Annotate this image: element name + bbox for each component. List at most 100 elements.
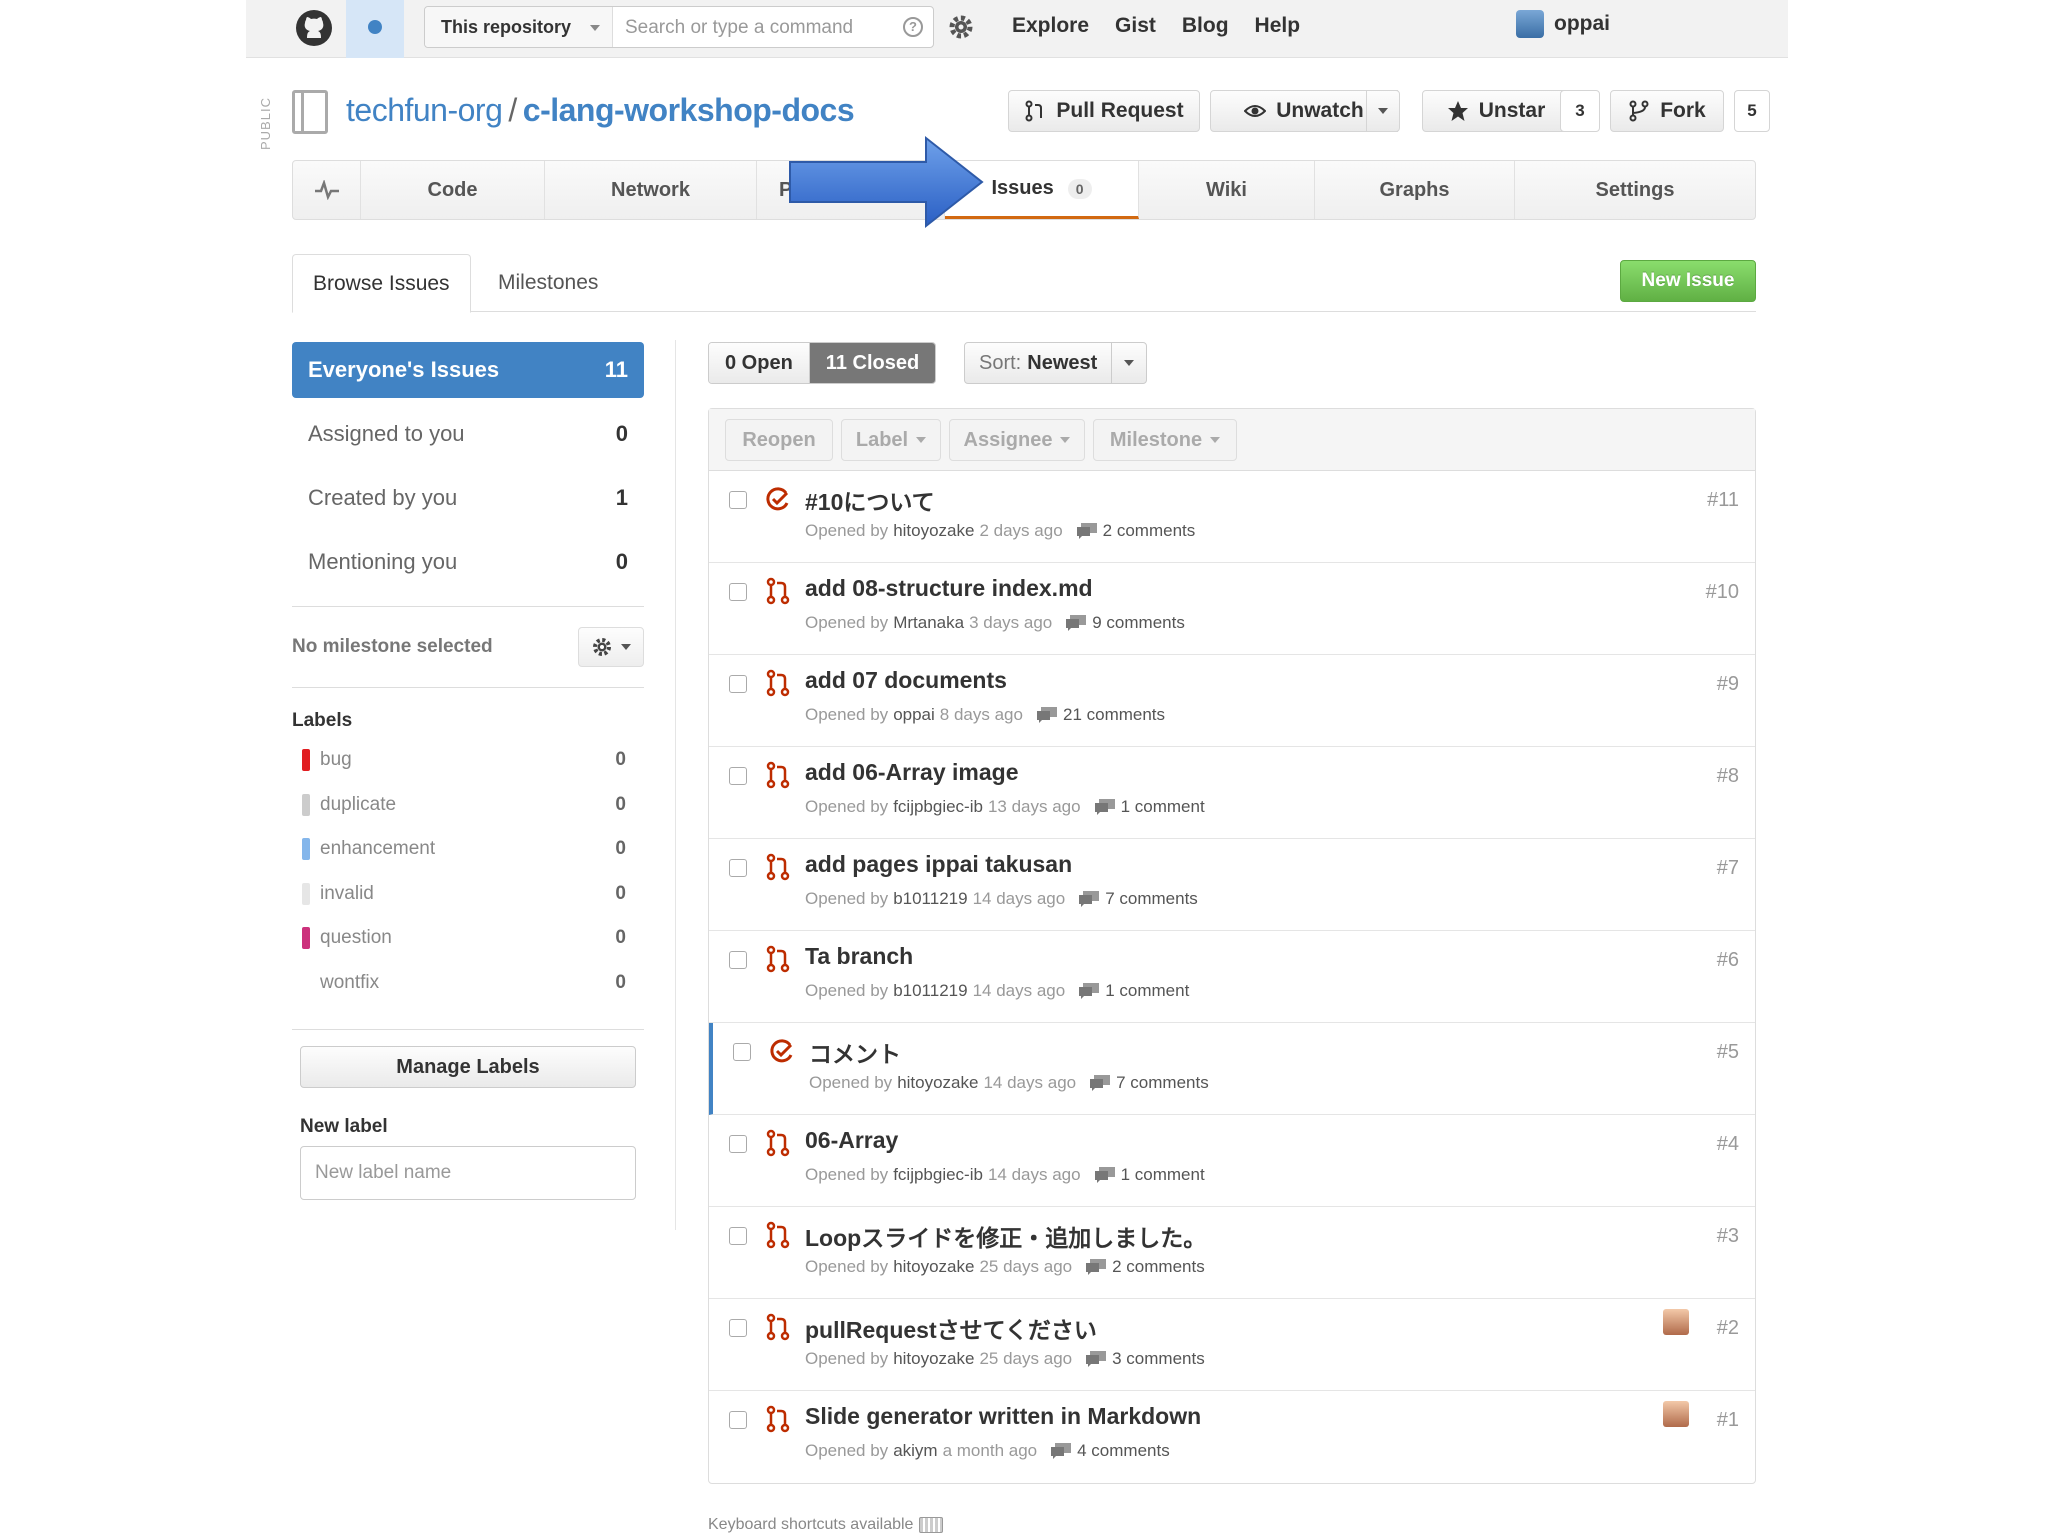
- assignee-avatar[interactable]: [1663, 1401, 1689, 1427]
- issue-comments-link[interactable]: 7 comments: [1116, 1073, 1209, 1093]
- issue-title-link[interactable]: add 08-structure index.md: [805, 575, 1093, 602]
- milestone-dropdown[interactable]: Milestone: [1093, 419, 1237, 461]
- nav-blog[interactable]: Blog: [1182, 14, 1229, 38]
- issue-checkbox[interactable]: [729, 1227, 747, 1245]
- label-dropdown[interactable]: Label: [841, 419, 941, 461]
- keyboard-shortcuts-note[interactable]: Keyboard shortcuts available: [708, 1516, 944, 1534]
- tab-code[interactable]: Code: [361, 161, 545, 219]
- fork-button[interactable]: Fork: [1610, 90, 1724, 132]
- issue-checkbox[interactable]: [729, 1411, 747, 1429]
- issue-author-link[interactable]: hitoyozake: [897, 1073, 978, 1093]
- issue-checkbox[interactable]: [729, 951, 747, 969]
- issue-comments-link[interactable]: 2 comments: [1103, 521, 1196, 541]
- table-row[interactable]: Ta branch Opened by b1011219 14 days ago 1 c…: [709, 931, 1755, 1023]
- search-input-placeholder[interactable]: Search or type a command: [625, 17, 853, 39]
- fork-count[interactable]: 5: [1734, 90, 1770, 132]
- repo-name-link[interactable]: c-lang-workshop-docs: [523, 92, 855, 128]
- milestone-settings-button[interactable]: [578, 627, 644, 667]
- manage-labels-button[interactable]: Manage Labels: [300, 1046, 636, 1088]
- table-row[interactable]: Slide generator written in Markdown Opene…: [709, 1391, 1755, 1483]
- closed-issues-toggle[interactable]: 11 Closed: [809, 343, 936, 383]
- tab-pulse[interactable]: [293, 161, 361, 219]
- help-icon[interactable]: ?: [903, 17, 923, 37]
- label-question[interactable]: question 0: [292, 916, 644, 961]
- github-octocat-icon[interactable]: [294, 8, 334, 48]
- nav-explore[interactable]: Explore: [1012, 14, 1089, 38]
- issue-comments-link[interactable]: 4 comments: [1077, 1441, 1170, 1461]
- star-count[interactable]: 3: [1560, 90, 1600, 132]
- issue-title-link[interactable]: Ta branch: [805, 943, 913, 970]
- issue-checkbox[interactable]: [729, 859, 747, 877]
- issue-title-link[interactable]: コメント: [809, 1035, 901, 1069]
- table-row[interactable]: pullRequestさせてください Opened by hitoyozake 25 …: [709, 1299, 1755, 1391]
- tab-graphs[interactable]: Graphs: [1315, 161, 1515, 219]
- username[interactable]: oppai: [1554, 12, 1610, 36]
- filter-everyones-issues[interactable]: Everyone's Issues 11: [292, 342, 644, 398]
- issue-author-link[interactable]: oppai: [893, 705, 935, 725]
- issue-checkbox[interactable]: [729, 767, 747, 785]
- issue-comments-link[interactable]: 1 comment: [1121, 1165, 1205, 1185]
- issue-comments-link[interactable]: 2 comments: [1112, 1257, 1205, 1277]
- label-duplicate[interactable]: duplicate 0: [292, 783, 644, 828]
- unstar-button[interactable]: Unstar: [1422, 90, 1570, 132]
- filter-created-by-you[interactable]: Created by you 1: [292, 470, 644, 526]
- label-bug[interactable]: bug 0: [292, 738, 644, 783]
- issue-checkbox[interactable]: [729, 1135, 747, 1153]
- issue-author-link[interactable]: Mrtanaka: [893, 613, 964, 633]
- issue-checkbox[interactable]: [729, 1319, 747, 1337]
- open-issues-toggle[interactable]: 0 Open: [709, 343, 810, 383]
- assignee-avatar[interactable]: [1663, 1309, 1689, 1335]
- table-row[interactable]: add 06-Array image Opened by fcijpbgiec-ib…: [709, 747, 1755, 839]
- issue-author-link[interactable]: akiym: [893, 1441, 937, 1461]
- issue-author-link[interactable]: hitoyozake: [893, 1257, 974, 1277]
- issue-author-link[interactable]: fcijpbgiec-ib: [893, 1165, 983, 1185]
- issue-author-link[interactable]: hitoyozake: [893, 1349, 974, 1369]
- issue-author-link[interactable]: fcijpbgiec-ib: [893, 797, 983, 817]
- issue-title-link[interactable]: Loopスライドを修正・追加しました。: [805, 1219, 1206, 1253]
- table-row[interactable]: add 08-structure index.md Opened by Mrtana…: [709, 563, 1755, 655]
- sort-dropdown[interactable]: Sort: Newest: [964, 342, 1148, 384]
- assignee-dropdown[interactable]: Assignee: [949, 419, 1085, 461]
- issue-comments-link[interactable]: 9 comments: [1092, 613, 1185, 633]
- issue-checkbox[interactable]: [729, 675, 747, 693]
- command-search[interactable]: This repository Search or type a command…: [424, 6, 934, 48]
- issue-title-link[interactable]: #10について: [805, 483, 935, 517]
- filter-assigned-to-you[interactable]: Assigned to you 0: [292, 406, 644, 462]
- table-row[interactable]: add 07 documents Opened by oppai 8 days ago…: [709, 655, 1755, 747]
- notifications-indicator[interactable]: [346, 0, 404, 58]
- search-scope-select[interactable]: This repository: [425, 7, 613, 47]
- issue-title-link[interactable]: pullRequestさせてください: [805, 1311, 1097, 1345]
- issue-comments-link[interactable]: 21 comments: [1063, 705, 1165, 725]
- issue-title-link[interactable]: add 06-Array image: [805, 759, 1018, 786]
- nav-help[interactable]: Help: [1255, 14, 1301, 38]
- table-row[interactable]: Loopスライドを修正・追加しました。 Opened by hitoyozake 25…: [709, 1207, 1755, 1299]
- table-row[interactable]: #10について Opened by hitoyozake 2 days ago 2 co…: [709, 471, 1755, 563]
- issue-author-link[interactable]: b1011219: [893, 889, 967, 909]
- label-invalid[interactable]: invalid 0: [292, 872, 644, 917]
- issue-comments-link[interactable]: 3 comments: [1112, 1349, 1205, 1369]
- reopen-button[interactable]: Reopen: [725, 419, 833, 461]
- user-menu[interactable]: oppai: [1516, 10, 1610, 38]
- filter-mentioning-you[interactable]: Mentioning you 0: [292, 534, 644, 590]
- table-row[interactable]: コメント Opened by hitoyozake 14 days ago 7 comm…: [709, 1023, 1755, 1115]
- label-wontfix[interactable]: wontfix 0: [292, 961, 644, 1006]
- table-row[interactable]: 06-Array Opened by fcijpbgiec-ib 14 days ag…: [709, 1115, 1755, 1207]
- issue-comments-link[interactable]: 7 comments: [1105, 889, 1198, 909]
- issue-author-link[interactable]: hitoyozake: [893, 521, 974, 541]
- tab-milestones[interactable]: Milestones: [478, 254, 618, 312]
- label-enhancement[interactable]: enhancement 0: [292, 827, 644, 872]
- tab-browse-issues[interactable]: Browse Issues: [292, 254, 471, 313]
- tab-wiki[interactable]: Wiki: [1139, 161, 1315, 219]
- issue-comments-link[interactable]: 1 comment: [1105, 981, 1189, 1001]
- issue-checkbox[interactable]: [733, 1043, 751, 1061]
- table-row[interactable]: add pages ippai takusan Opened by b1011219…: [709, 839, 1755, 931]
- gear-icon[interactable]: [946, 12, 976, 42]
- issue-author-link[interactable]: b1011219: [893, 981, 967, 1001]
- issue-title-link[interactable]: 06-Array: [805, 1127, 898, 1154]
- new-issue-button[interactable]: New Issue: [1620, 260, 1756, 302]
- watch-options-button[interactable]: [1366, 90, 1400, 132]
- nav-gist[interactable]: Gist: [1115, 14, 1156, 38]
- issue-checkbox[interactable]: [729, 583, 747, 601]
- issue-checkbox[interactable]: [729, 491, 747, 509]
- issue-comments-link[interactable]: 1 comment: [1121, 797, 1205, 817]
